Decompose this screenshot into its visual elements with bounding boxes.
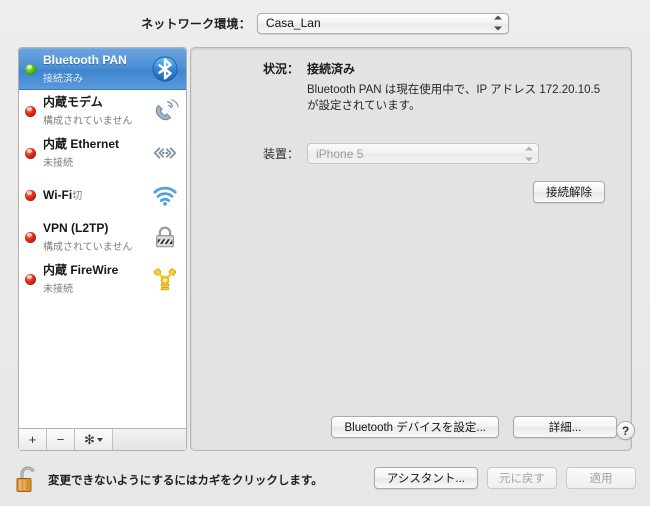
device-value: iPhone 5: [316, 146, 364, 161]
status-indicator-red: [25, 273, 36, 285]
firewire-icon: [150, 264, 180, 294]
service-status: 未接続: [43, 158, 73, 169]
gear-icon: ✻: [84, 431, 95, 447]
service-row[interactable]: 内蔵 Ethernet 未接続: [19, 132, 186, 174]
status-indicator-red: [25, 147, 36, 159]
service-list[interactable]: Bluetooth PAN接続済み 内蔵モデム構成されていません 内蔵 Ethern…: [18, 47, 187, 428]
modem-icon: [150, 96, 180, 126]
service-row[interactable]: 内蔵モデム構成されていません: [19, 90, 186, 132]
status-row: 状況： 接続済み Bluetooth PAN は現在使用中で、IP アドレス 1…: [191, 60, 633, 115]
status-indicator-red: [25, 105, 36, 117]
location-popup-button[interactable]: Casa_Lan: [256, 12, 509, 34]
main-content: 状況： 接続済み Bluetooth PAN は現在使用中で、IP アドレス 1…: [18, 47, 635, 451]
service-name: 内蔵 FireWire: [43, 263, 119, 278]
configure-bluetooth-button[interactable]: Bluetooth デバイスを設定...: [331, 416, 499, 438]
chevron-updown-icon: [524, 146, 533, 161]
location-label: ネットワーク環境：: [141, 16, 251, 31]
lock-open-icon[interactable]: [14, 464, 42, 496]
lock-note-text: 変更できないようにするにはカギをクリックします。: [48, 475, 323, 487]
service-status: 構成されていません: [43, 116, 133, 127]
service-row[interactable]: Wi-Fi切: [19, 174, 186, 216]
footer-buttons: アシスタント... 元に戻す 適用: [373, 467, 636, 489]
status-indicator-green: [25, 63, 36, 75]
device-label: 装置：: [262, 147, 299, 161]
service-status: 切: [72, 191, 83, 203]
chevron-updown-icon: [494, 15, 503, 31]
service-text: 内蔵 Ethernet 未接続: [43, 135, 146, 171]
service-text: Bluetooth PAN 接続済み: [43, 51, 146, 87]
status-description: Bluetooth PAN は現在使用中で、IP アドレス 172.20.10.…: [307, 84, 601, 113]
disconnect-row: 接続解除: [533, 181, 605, 203]
device-popup-button[interactable]: iPhone 5: [307, 143, 539, 164]
service-name: VPN (L2TP): [43, 221, 109, 236]
help-button[interactable]: ?: [616, 421, 635, 440]
status-label: 状況：: [262, 62, 299, 76]
revert-button[interactable]: 元に戻す: [487, 467, 557, 489]
service-name: 内蔵 Ethernet: [43, 137, 120, 152]
wifi-icon: [150, 180, 180, 210]
window-footer: 変更できないようにするにはカギをクリックします。 アシスタント... 元に戻す …: [0, 454, 650, 506]
panel-action-row: Bluetooth デバイスを設定... 詳細...: [191, 416, 633, 438]
service-row[interactable]: Bluetooth PAN 接続済み: [19, 48, 186, 90]
service-row[interactable]: VPN (L2TP) 構成されていません: [19, 216, 186, 258]
network-preferences-window: ネットワーク環境： Casa_Lan 状況： 接続済み Bluetooth PA…: [0, 0, 650, 506]
chevron-down-icon: [96, 437, 103, 442]
ethernet-icon: [150, 138, 180, 168]
service-list-toolbar: + − ✻: [18, 428, 187, 451]
service-name: Wi-Fi: [43, 188, 73, 203]
status-indicator-red: [25, 231, 36, 243]
service-status: 未接続: [43, 284, 73, 295]
service-status: 構成されていません: [43, 242, 133, 253]
service-text: 内蔵モデム構成されていません: [43, 93, 146, 129]
device-row: 装置： iPhone 5: [191, 143, 633, 164]
add-service-button[interactable]: +: [19, 429, 47, 450]
status-value: 接続済み: [307, 62, 356, 76]
service-text: 内蔵 FireWire 未接続: [43, 261, 146, 297]
location-value: Casa_Lan: [265, 16, 321, 30]
service-sidebar: Bluetooth PAN接続済み 内蔵モデム構成されていません 内蔵 Ethern…: [18, 47, 187, 451]
service-status: 接続済み: [43, 74, 83, 85]
advanced-button[interactable]: 詳細...: [513, 416, 617, 438]
assistant-button[interactable]: アシスタント...: [373, 467, 478, 489]
service-text: Wi-Fi切: [43, 186, 146, 204]
disconnect-button[interactable]: 接続解除: [533, 181, 605, 203]
remove-service-button[interactable]: −: [47, 429, 75, 450]
service-row[interactable]: 内蔵 FireWire 未接続: [19, 258, 186, 300]
bluetooth-icon: [150, 54, 180, 84]
location-row: ネットワーク環境： Casa_Lan: [0, 10, 650, 36]
service-actions-button[interactable]: ✻: [75, 429, 113, 450]
service-name: Bluetooth PAN: [43, 53, 127, 68]
apply-button[interactable]: 適用: [566, 467, 636, 489]
service-name: 内蔵モデム: [43, 95, 103, 110]
toolbar-filler: [113, 429, 186, 450]
service-text: VPN (L2TP) 構成されていません: [43, 219, 146, 255]
status-indicator-red: [25, 189, 36, 201]
service-detail-panel: 状況： 接続済み Bluetooth PAN は現在使用中で、IP アドレス 1…: [190, 47, 635, 451]
vpn-lock-icon: [150, 222, 180, 252]
